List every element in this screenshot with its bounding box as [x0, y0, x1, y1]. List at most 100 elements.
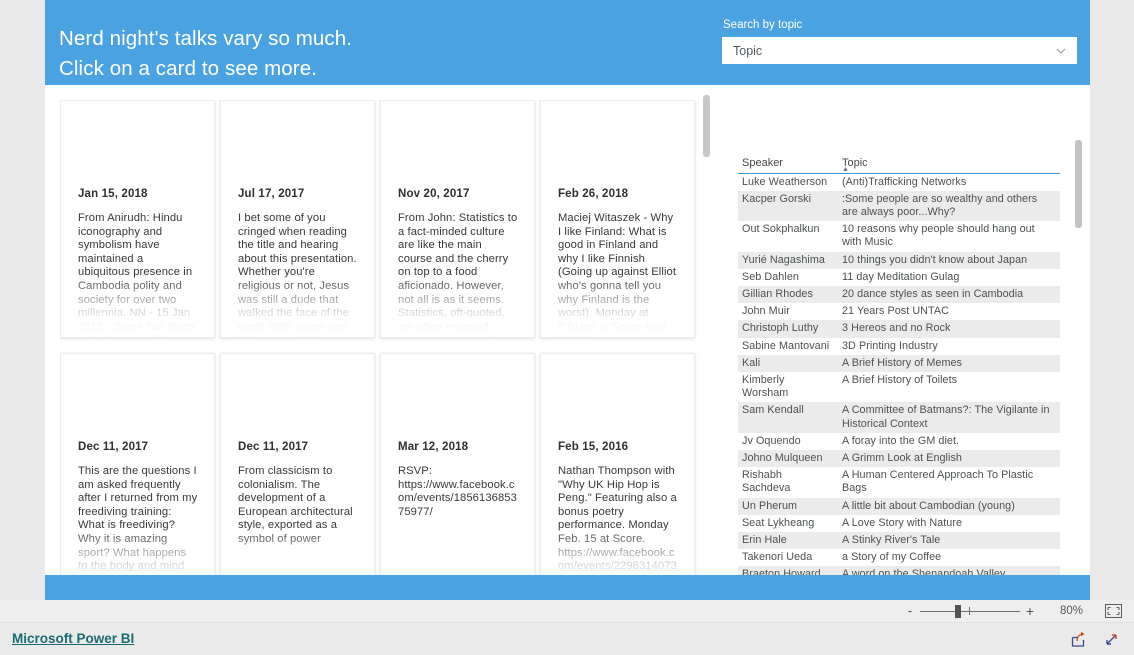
card-body: From John: Statistics to a fact-minded c…: [398, 212, 518, 337]
table-row[interactable]: Erin Hale A Stinky River's Tale: [738, 531, 1060, 550]
slicer-dropdown[interactable]: Topic: [722, 37, 1077, 64]
report-viewer: Nerd night's talks vary so much. Click o…: [0, 0, 1134, 655]
card-date: Feb 15, 2016: [558, 441, 629, 453]
card[interactable]: Mar 12, 2018 RSVP: https://www.facebook.…: [380, 353, 535, 575]
cell-topic: (Anti)Trafficking Networks: [842, 175, 967, 188]
table-row[interactable]: Christoph Luthy 3 Hereos and no Rock: [738, 320, 1060, 338]
card-date: Jul 17, 2017: [238, 188, 305, 200]
table-row[interactable]: John Muir 21 Years Post UNTAC: [738, 303, 1060, 320]
cell-topic: A Human Centered Approach To Plastic Bag…: [842, 469, 1034, 495]
cell-topic: A Love Story with Nature: [842, 516, 963, 529]
topic-slicer[interactable]: Search by topic Topic: [722, 18, 1077, 64]
card[interactable]: Jan 15, 2018 From Anirudh: Hindu iconogr…: [60, 100, 215, 338]
cell-topic: 10 reasons why people should hang out wi…: [842, 223, 1035, 249]
card[interactable]: Dec 11, 2017 From classicism to colonial…: [220, 353, 375, 575]
slicer-label: Search by topic: [723, 19, 803, 31]
card-date: Dec 11, 2017: [238, 441, 309, 453]
table-row[interactable]: Jv Oquendo A foray into the GM diet.: [738, 433, 1060, 450]
cell-topic: A Committee of Batmans?: The Vigilante i…: [838, 402, 1060, 433]
zoom-out-button[interactable]: -: [903, 604, 917, 617]
card-date: Jan 15, 2018: [78, 188, 148, 200]
card-body: From Anirudh: Hindu iconography and symb…: [78, 212, 196, 337]
card-body: This are the questions I am asked freque…: [78, 465, 198, 575]
share-icon[interactable]: [1070, 631, 1087, 648]
table-row[interactable]: Sam Kendall A Committee of Batmans?: The …: [738, 402, 1060, 433]
cell-speaker: Sabine Mantovani: [742, 339, 830, 352]
cards-scrollbar[interactable]: [702, 93, 711, 563]
zoom-slider-rail: [920, 611, 1020, 612]
table-row[interactable]: Yurié Nagashima 10 things you didn't know…: [738, 251, 1060, 269]
card-body: From classicism to colonialism. The deve…: [238, 465, 353, 545]
card[interactable]: Feb 15, 2016 Nathan Thompson with "Why U…: [540, 353, 695, 575]
cell-topic: a Story of my Coffee: [842, 551, 942, 564]
cell-topic: A Brief History of Memes: [838, 354, 1060, 372]
table-row[interactable]: Braeton Howard A word on the Shenandoah V…: [738, 566, 1060, 575]
fullscreen-icon[interactable]: [1103, 631, 1120, 648]
cell-speaker: Braeton Howard: [738, 566, 838, 575]
table-row[interactable]: Seat Lykheang A Love Story with Nature: [738, 515, 1060, 532]
zoom-slider[interactable]: [920, 604, 1020, 618]
card-body: Maciej Witaszek - Why I like Finland: Wh…: [558, 212, 677, 337]
zoom-slider-thumb[interactable]: [955, 605, 961, 618]
cell-topic: 20 dance styles as seen in Cambodia: [838, 285, 1060, 304]
card[interactable]: Dec 11, 2017 This are the questions I am…: [60, 353, 215, 575]
cell-speaker: Seat Lykheang: [742, 516, 815, 529]
card-body: RSVP: https://www.facebook.com/events/18…: [398, 465, 517, 518]
slicer-selected-value: Topic: [733, 43, 763, 58]
column-header-speaker[interactable]: Speaker: [738, 135, 838, 174]
table-scrollbar[interactable]: [1074, 140, 1083, 568]
cell-topic: 10 things you didn't know about Japan: [838, 251, 1060, 269]
powerbi-brand-link[interactable]: Microsoft Power BI: [12, 631, 134, 646]
fit-to-page-icon[interactable]: [1105, 604, 1122, 618]
table-row[interactable]: Seb Dahlen 11 day Meditation Gulag: [738, 269, 1060, 286]
table-header-row: Speaker Topic ▲: [738, 135, 1060, 174]
table-scrollbar-thumb[interactable]: [1075, 140, 1082, 228]
cell-topic: A word on the Shenandoah Valley: [838, 566, 1060, 575]
table-row[interactable]: Kali A Brief History of Memes: [738, 354, 1060, 372]
card-date: Mar 12, 2018: [398, 441, 469, 453]
cards-scrollbar-thumb[interactable]: [703, 95, 710, 157]
cell-topic: A Stinky River's Tale: [838, 531, 1060, 550]
cell-topic: 3 Hereos and no Rock: [838, 320, 1060, 338]
table-row[interactable]: Sabine Mantovani 3D Printing Industry: [738, 338, 1060, 355]
card[interactable]: Feb 26, 2018 Maciej Witaszek - Why I lik…: [540, 100, 695, 338]
table-row[interactable]: Takenori Ueda a Story of my Coffee: [738, 549, 1060, 566]
cards-grid: Jan 15, 2018 From Anirudh: Hindu iconogr…: [60, 100, 705, 575]
zoom-in-button[interactable]: +: [1023, 604, 1037, 618]
cell-speaker: Seb Dahlen: [742, 270, 799, 283]
report-body: Jan 15, 2018 From Anirudh: Hindu iconogr…: [45, 85, 1090, 575]
cell-speaker: Out Sokphalkun: [742, 223, 820, 236]
table-row[interactable]: Un Pherum A little bit about Cambodian (y…: [738, 497, 1060, 515]
chevron-down-icon[interactable]: [1056, 46, 1066, 55]
speakers-table-visual: Speaker Topic ▲ Luke Weatherson (Anti)Tra…: [738, 135, 1083, 575]
table-row[interactable]: Luke Weatherson (Anti)Trafficking Network…: [738, 173, 1060, 191]
cell-topic: 3D Printing Industry: [842, 339, 938, 352]
speakers-table: Speaker Topic ▲ Luke Weatherson (Anti)Tra…: [738, 135, 1060, 575]
cell-speaker: Yurié Nagashima: [738, 251, 838, 269]
cell-topic: A little bit about Cambodian (young): [838, 497, 1060, 515]
zoom-toolbar: - + 80%: [0, 600, 1134, 623]
card-date: Feb 26, 2018: [558, 188, 629, 200]
cell-speaker: Sam Kendall: [738, 402, 838, 433]
card-fade-overlay: [382, 528, 533, 575]
table-row[interactable]: Rishabh Sachdeva A Human Centered Approac…: [738, 467, 1060, 497]
card-date: Nov 20, 2017: [398, 188, 470, 200]
report-footer-strip: [45, 575, 1090, 600]
card[interactable]: Jul 17, 2017 I bet some of you cringed w…: [220, 100, 375, 338]
report-header: Nerd night's talks vary so much. Click o…: [45, 0, 1090, 85]
table-row[interactable]: Johno Mulqueen A Grimm Look at English: [738, 449, 1060, 468]
cell-speaker: Christoph Luthy: [738, 320, 838, 338]
cell-speaker: Luke Weatherson: [742, 175, 828, 188]
card[interactable]: Nov 20, 2017 From John: Statistics to a …: [380, 100, 535, 338]
table-body: Luke Weatherson (Anti)Trafficking Network…: [738, 173, 1060, 575]
table-row[interactable]: Kacper Gorski:Some people are so wealthy…: [738, 190, 1060, 222]
cell-topic: :Some people are so wealthy and others a…: [838, 190, 1060, 222]
cell-speaker: Kacper Gorski: [738, 190, 838, 222]
zoom-slider-tick: [969, 607, 970, 615]
cell-speaker: Kimberly Worsham: [742, 373, 789, 400]
cell-speaker: Takenori Ueda: [742, 551, 813, 564]
table-row[interactable]: Out Sokphalkun 10 reasons why people shou…: [738, 221, 1060, 251]
table-row[interactable]: Kimberly Worsham A Brief History of Toile…: [738, 372, 1060, 402]
column-header-topic[interactable]: Topic ▲: [838, 135, 1060, 174]
table-row[interactable]: Gillian Rhodes 20 dance styles as seen in…: [738, 285, 1060, 304]
